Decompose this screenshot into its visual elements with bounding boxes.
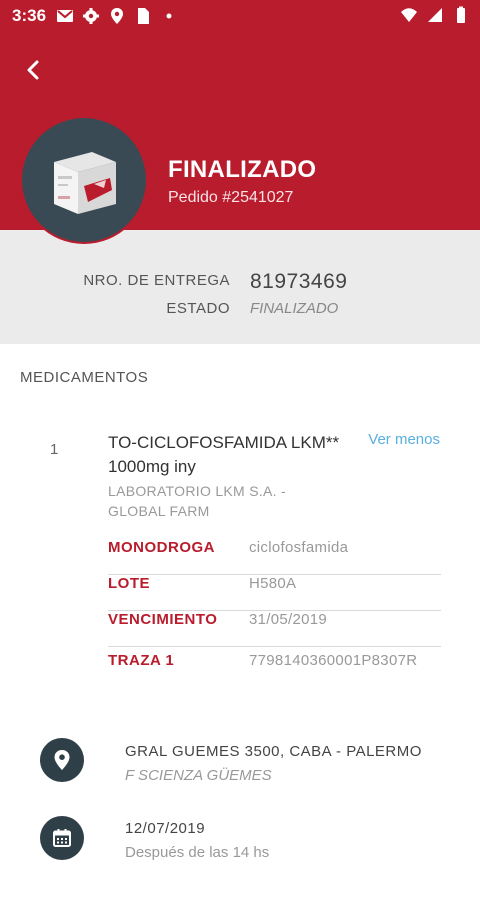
arrow-left-icon xyxy=(27,60,39,80)
delivery-number-value: 81973469 xyxy=(250,270,348,293)
back-button[interactable] xyxy=(16,52,52,88)
detail-value: 31/05/2019 xyxy=(249,611,328,628)
order-status-title: FINALIZADO xyxy=(168,156,317,183)
detail-key: TRAZA 1 xyxy=(108,652,175,669)
location-status-icon xyxy=(111,8,123,24)
order-number: Pedido #2541027 xyxy=(168,189,294,206)
detail-value: 7798140360001P8307R xyxy=(249,652,418,669)
see-less-link[interactable]: Ver menos xyxy=(368,431,440,448)
sim-card-icon xyxy=(138,8,149,24)
battery-icon xyxy=(457,6,465,23)
settings-icon xyxy=(83,8,99,24)
detail-key: MONODROGA xyxy=(108,539,215,556)
detail-row-vencimiento: VENCIMIENTO 31/05/2019 xyxy=(108,611,441,647)
detail-row-traza: TRAZA 1 7798140360001P8307R xyxy=(108,652,441,688)
detail-row-lote: LOTE H580A xyxy=(108,575,441,611)
state-value: FINALIZADO xyxy=(250,300,339,317)
medicine-box-icon xyxy=(54,152,116,214)
signal-icon xyxy=(428,8,442,22)
medication-name: TO-CICLOFOSFAMIDA LKM** 1000mg iny xyxy=(108,433,340,476)
detail-value: ciclofosfamida xyxy=(249,539,349,556)
location-badge xyxy=(40,738,84,782)
gmail-icon xyxy=(57,10,73,22)
wifi-icon xyxy=(401,8,417,22)
system-icons xyxy=(400,6,470,24)
detail-value: H580A xyxy=(249,575,297,592)
status-bar: 3:36 xyxy=(0,0,480,32)
detail-row-monodroga: MONODROGA ciclofosfamida xyxy=(108,539,441,575)
delivery-branch: F SCIENZA GÜEMES xyxy=(125,767,272,784)
medications-section-title: MEDICAMENTOS xyxy=(20,369,149,386)
dot-icon xyxy=(166,13,172,19)
detail-key: LOTE xyxy=(108,575,150,592)
package-avatar xyxy=(22,118,146,242)
calendar-icon xyxy=(53,829,71,847)
order-avatar xyxy=(20,116,148,244)
medication-laboratory: LABORATORIO LKM S.A. - GLOBAL FARM xyxy=(108,483,287,519)
calendar-badge xyxy=(40,816,84,860)
detail-key: VENCIMIENTO xyxy=(108,611,218,628)
delivery-address: GRAL GUEMES 3500, CABA - PALERMO xyxy=(125,743,422,760)
notification-icons xyxy=(56,7,178,25)
delivery-time-note: Después de las 14 hs xyxy=(125,844,270,861)
state-label: ESTADO xyxy=(166,300,230,317)
location-pin-icon xyxy=(54,750,70,770)
delivery-number-label: NRO. DE ENTREGA xyxy=(83,272,230,289)
delivery-date: 12/07/2019 xyxy=(125,820,206,837)
delivery-summary: NRO. DE ENTREGA 81973469 ESTADO FINALIZA… xyxy=(0,230,480,344)
medication-index: 1 xyxy=(50,441,59,458)
status-time: 3:36 xyxy=(12,6,47,25)
